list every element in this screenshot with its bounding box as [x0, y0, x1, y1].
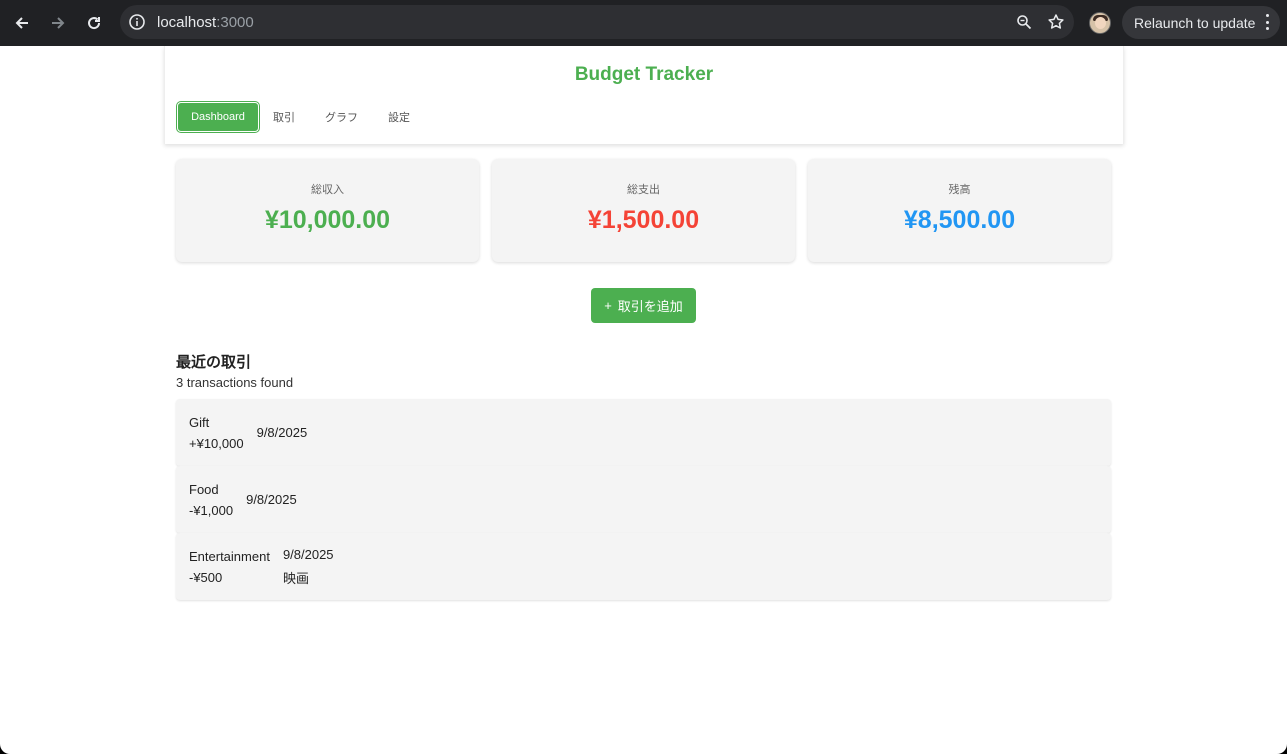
- forward-button[interactable]: [40, 5, 76, 41]
- transaction-note: 映画: [282, 570, 309, 586]
- site-info-icon[interactable]: [128, 13, 146, 31]
- zoom-icon[interactable]: [1014, 12, 1034, 32]
- add-transaction-label: 取引を追加: [617, 299, 683, 314]
- balance-card: 残高 ¥8,500.00: [808, 159, 1111, 262]
- tab-transactions[interactable]: 取引: [261, 102, 307, 132]
- page-title: Budget Tracker: [574, 64, 714, 85]
- expense-label: 総支出: [627, 184, 660, 196]
- balance-value: ¥8,500.00: [903, 206, 1016, 234]
- transaction-date: 9/8/2025: [246, 492, 297, 507]
- app-header: Budget Tracker Dashboard 取引 グラフ 設定: [164, 46, 1124, 144]
- summary-cards: 総収入 ¥10,000.00 総支出 ¥1,500.00 残高 ¥8,500.0…: [176, 159, 1111, 262]
- income-card: 総収入 ¥10,000.00: [176, 159, 479, 262]
- url-port: :3000: [216, 13, 254, 31]
- transaction-date: 9/8/2025: [282, 546, 334, 562]
- transaction-date: 9/8/2025: [256, 425, 308, 440]
- relaunch-button[interactable]: Relaunch to update: [1122, 6, 1280, 39]
- transaction-category: Food: [189, 481, 219, 497]
- expense-card: 総支出 ¥1,500.00: [492, 159, 795, 262]
- back-button[interactable]: [4, 5, 40, 41]
- browser-toolbar: localhost:3000 Relaunch to update: [0, 0, 1287, 46]
- balance-label: 残高: [948, 184, 971, 196]
- transaction-list: Gift +¥10,000 9/8/2025 Food -¥1,000 9/8/…: [176, 399, 1111, 600]
- arrow-right-icon: [52, 17, 65, 29]
- nav-tabs: Dashboard 取引 グラフ 設定: [176, 101, 428, 133]
- transaction-amount: -¥500: [189, 569, 223, 585]
- plus-icon: +: [604, 298, 612, 313]
- list-item[interactable]: Gift +¥10,000 9/8/2025: [176, 399, 1111, 466]
- bookmark-star-icon[interactable]: [1046, 12, 1066, 32]
- list-item[interactable]: Entertainment -¥500 9/8/2025 映画: [176, 533, 1111, 600]
- profile-avatar[interactable]: [1089, 12, 1111, 34]
- income-label: 総収入: [311, 184, 344, 196]
- tab-graph[interactable]: グラフ: [313, 102, 370, 132]
- income-value: ¥10,000.00: [264, 206, 391, 234]
- reload-button[interactable]: [76, 5, 112, 41]
- recent-transactions-title: 最近の取引: [176, 354, 252, 371]
- relaunch-label: Relaunch to update: [1134, 14, 1256, 31]
- transaction-category: Entertainment: [189, 548, 270, 564]
- transaction-category: Gift: [189, 414, 210, 430]
- more-options-icon[interactable]: [1264, 14, 1270, 30]
- url-host: localhost: [157, 13, 217, 31]
- reload-icon: [88, 17, 101, 30]
- arrow-left-icon: [15, 17, 28, 29]
- tab-settings[interactable]: 設定: [376, 102, 422, 132]
- page-viewport: Budget Tracker Dashboard 取引 グラフ 設定 総収入 ¥…: [0, 46, 1287, 754]
- transaction-count: 3 transactions found: [176, 375, 294, 390]
- tab-dashboard[interactable]: Dashboard: [176, 101, 260, 133]
- address-bar[interactable]: localhost:3000: [120, 5, 1074, 39]
- transaction-amount: -¥1,000: [189, 502, 234, 518]
- add-transaction-button[interactable]: + 取引を追加: [591, 288, 696, 323]
- url-text: localhost:3000: [157, 14, 254, 31]
- expense-value: ¥1,500.00: [587, 206, 700, 234]
- list-item[interactable]: Food -¥1,000 9/8/2025: [176, 466, 1111, 533]
- transaction-amount: +¥10,000: [189, 435, 244, 451]
